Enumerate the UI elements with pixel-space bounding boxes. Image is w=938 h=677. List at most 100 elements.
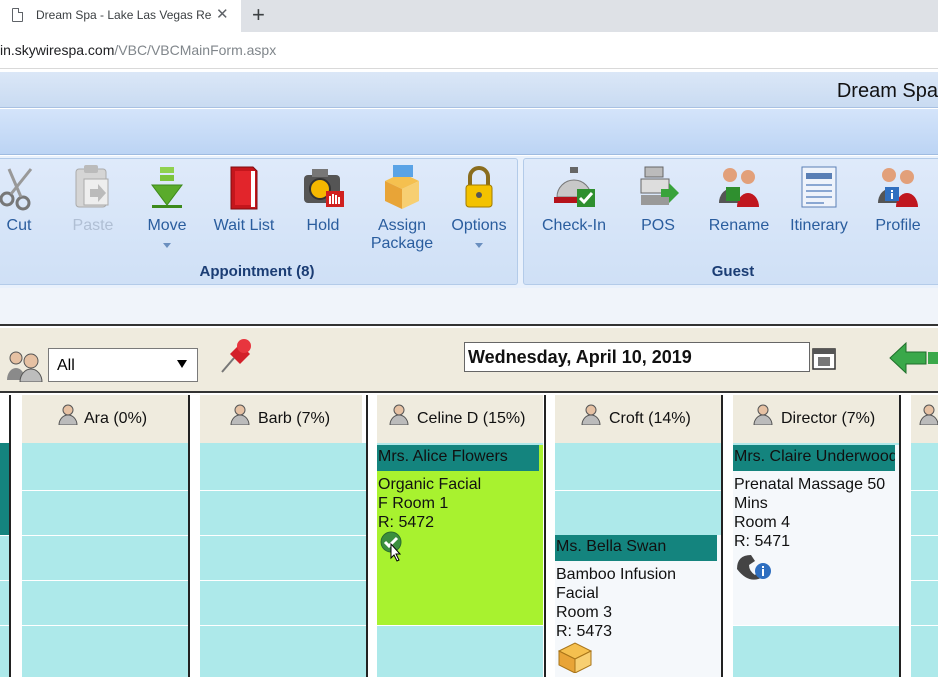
- itinerary-icon: [801, 166, 837, 208]
- resource-filter-value: All: [57, 357, 75, 374]
- check-circle-icon: [380, 531, 402, 562]
- pin-icon[interactable]: [216, 336, 256, 376]
- appointment-details: Bamboo Infusion Facial Room 3 R: 5473: [555, 561, 721, 641]
- address-bar[interactable]: in.skywirespa.com/VBC/VBCMainForm.aspx: [0, 32, 938, 69]
- cut-button[interactable]: Cut: [0, 163, 41, 235]
- appointment-card[interactable]: Mrs. Alice Flowers Organic Facial F Room…: [377, 445, 543, 625]
- ribbon-tab-band: [0, 109, 938, 155]
- appointment-card[interactable]: Ms. Bella Swan Bamboo Infusion Facial Ro…: [555, 535, 721, 677]
- service-name-continued: Mins: [734, 495, 768, 512]
- column-header-barb[interactable]: Barb (7%): [200, 395, 362, 443]
- person-icon: [581, 404, 601, 425]
- reservation-number: R: 5472: [378, 514, 435, 531]
- profile-label: Profile: [875, 217, 921, 234]
- hold-button[interactable]: Hold: [295, 163, 351, 235]
- scissors-icon: [0, 168, 33, 211]
- pos-button[interactable]: POS: [628, 163, 688, 235]
- paste-icon: [75, 165, 109, 208]
- package-label: Package: [370, 235, 434, 252]
- column-name: Director (7%): [781, 410, 876, 427]
- move-label: Move: [147, 217, 187, 234]
- slot-column-next[interactable]: [911, 443, 938, 677]
- cut-label: Cut: [6, 217, 32, 234]
- appointment-details: Prenatal Massage 50 Mins Room 4 R: 5471: [733, 471, 899, 551]
- browser-tab-bar: Dream Spa - Lake Las Vegas Resort ✕ +: [0, 0, 938, 32]
- itinerary-label: Itinerary: [790, 217, 848, 234]
- slot-column-barb[interactable]: [200, 443, 366, 677]
- guest-name: Mrs. Alice Flowers: [377, 445, 539, 471]
- resource-filter-select[interactable]: All: [48, 348, 198, 382]
- room-name: F Room 1: [378, 495, 449, 512]
- slot-column-ara[interactable]: [22, 443, 188, 677]
- app-title: Dream Spa: [836, 80, 938, 102]
- ribbon-footer: [0, 288, 938, 326]
- close-tab-icon[interactable]: ✕: [216, 7, 229, 23]
- column-divider: [899, 395, 901, 677]
- url-host: in.skywirespa.com: [0, 42, 115, 58]
- browser-tab[interactable]: Dream Spa - Lake Las Vegas Resort ✕: [0, 0, 241, 32]
- itinerary-button[interactable]: Itinerary: [786, 163, 852, 235]
- service-name-continued: Facial: [556, 585, 599, 602]
- register-icon: [640, 166, 679, 205]
- service-name: Prenatal Massage 50: [734, 476, 886, 493]
- room-name: Room 3: [556, 604, 613, 621]
- service-name: Bamboo Infusion: [556, 566, 677, 583]
- column-header-celine[interactable]: Celine D (15%): [377, 395, 543, 443]
- column-divider: [188, 395, 190, 677]
- url-path: /VBC/VBCMainForm.aspx: [114, 42, 277, 58]
- move-button[interactable]: Move: [137, 163, 197, 248]
- column-header-croft[interactable]: Croft (14%): [555, 395, 721, 443]
- column-header-director[interactable]: Director (7%): [733, 395, 899, 443]
- guest-group-label: Guest: [711, 263, 755, 280]
- options-dropdown-arrow-icon[interactable]: [475, 243, 483, 248]
- guest-name: Mrs. Claire Underwood: [733, 445, 895, 471]
- room-name: Room 4: [734, 514, 791, 531]
- phone-info-icon: [737, 555, 771, 580]
- bell-check-icon: [554, 167, 595, 207]
- column-name: Celine D (15%): [417, 410, 526, 427]
- rename-label: Rename: [708, 217, 770, 234]
- lock-icon: [465, 166, 493, 208]
- column-divider: [9, 395, 11, 677]
- appointment-details: Organic Facial F Room 1 R: 5472: [377, 471, 543, 532]
- guest-name: Ms. Bella Swan: [555, 535, 717, 561]
- column-name: Ara (0%): [84, 410, 148, 427]
- book-icon: [230, 166, 258, 210]
- document-icon: [12, 8, 23, 22]
- column-header-ara[interactable]: Ara (0%): [22, 395, 188, 443]
- package-icon: [385, 165, 419, 209]
- move-dropdown-arrow-icon[interactable]: [163, 243, 171, 248]
- check-in-button[interactable]: Check-In: [538, 163, 610, 235]
- column-name: Croft (14%): [609, 410, 691, 427]
- paste-button[interactable]: Paste: [63, 163, 123, 235]
- appointment-card[interactable]: Mrs. Claire Underwood Prenatal Massage 5…: [733, 445, 899, 625]
- package-icon: [557, 642, 593, 673]
- person-icon: [58, 404, 78, 425]
- calendar-icon[interactable]: [812, 346, 836, 370]
- person-icon: [919, 404, 938, 425]
- new-tab-button[interactable]: +: [252, 3, 265, 27]
- person-icon: [753, 404, 773, 425]
- wait-list-button[interactable]: Wait List: [209, 163, 279, 235]
- options-label: Options: [451, 217, 507, 234]
- date-value: Wednesday, April 10, 2019: [468, 347, 692, 367]
- profile-button[interactable]: Profile: [868, 163, 928, 235]
- date-field[interactable]: Wednesday, April 10, 2019: [464, 342, 810, 372]
- service-name: Organic Facial: [378, 476, 482, 493]
- column-divider: [544, 395, 546, 677]
- options-button[interactable]: Options: [449, 163, 509, 248]
- pos-label: POS: [641, 217, 675, 234]
- assign-package-button[interactable]: Assign Package: [363, 163, 441, 253]
- rename-button[interactable]: Rename: [706, 163, 772, 235]
- camera-hold-icon: [304, 169, 344, 207]
- chevron-down-icon: [177, 360, 187, 368]
- previous-day-arrow-icon[interactable]: [888, 340, 938, 376]
- url-text: in.skywirespa.com/VBC/VBCMainForm.aspx: [0, 42, 276, 58]
- profile-people-icon: [878, 168, 918, 207]
- check-in-label: Check-In: [541, 217, 607, 234]
- wait-list-label: Wait List: [213, 217, 275, 234]
- ribbon: Cut Paste Move Wait List Hold Assign Pac…: [0, 156, 938, 288]
- column-header-next[interactable]: [911, 395, 938, 443]
- move-arrow-icon: [151, 167, 183, 208]
- assign-label: Assign: [377, 217, 427, 234]
